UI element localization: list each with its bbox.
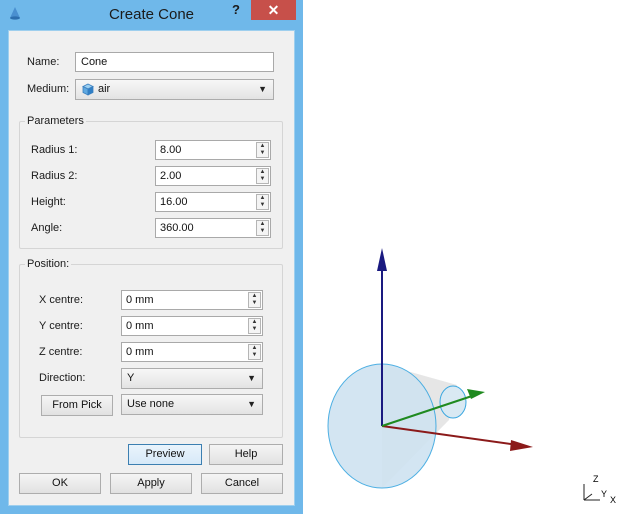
radius1-spinbox[interactable]: 8.00 ▲ ▼	[155, 140, 271, 160]
create-cone-dialog: Create Cone ? ✕ Name: Cone Medium: air ▼…	[0, 0, 303, 514]
direction-select[interactable]: Y ▼	[121, 368, 263, 389]
angle-value: 360.00	[160, 222, 194, 234]
name-label: Name:	[27, 56, 60, 68]
3d-viewport[interactable]: Z Y X	[303, 0, 618, 514]
radius1-label: Radius 1:	[31, 144, 78, 156]
spin-arrows-icon[interactable]: ▲ ▼	[248, 292, 261, 308]
cancel-button[interactable]: Cancel	[201, 473, 283, 494]
spin-arrows-icon[interactable]: ▲ ▼	[256, 142, 269, 158]
axis-x-arrow-icon	[510, 440, 533, 451]
y-centre-value: 0 mm	[126, 320, 154, 332]
axis-z-arrow-icon	[377, 248, 387, 271]
pick-value: Use none	[127, 398, 175, 410]
scene-canvas[interactable]: Z Y X	[303, 0, 618, 514]
y-centre-spinbox[interactable]: 0 mm ▲ ▼	[121, 316, 263, 336]
x-centre-spinbox[interactable]: 0 mm ▲ ▼	[121, 290, 263, 310]
spin-arrows-icon[interactable]: ▲ ▼	[256, 168, 269, 184]
spin-arrows-icon[interactable]: ▲ ▼	[248, 344, 261, 360]
y-centre-label: Y centre:	[39, 320, 83, 332]
angle-label: Angle:	[31, 222, 63, 234]
chevron-down-icon: ▼	[247, 373, 256, 383]
height-spinbox[interactable]: 16.00 ▲ ▼	[155, 192, 271, 212]
spin-arrows-icon[interactable]: ▲ ▼	[256, 220, 269, 236]
triad-x-label: X	[610, 495, 616, 505]
close-button[interactable]: ✕	[251, 0, 296, 20]
direction-value: Y	[127, 372, 135, 384]
z-centre-value: 0 mm	[126, 346, 154, 358]
ok-button[interactable]: OK	[19, 473, 101, 494]
triad-z-label: Z	[593, 474, 599, 484]
help-icon[interactable]: ?	[229, 3, 243, 17]
radius2-spinbox[interactable]: 2.00 ▲ ▼	[155, 166, 271, 186]
z-centre-spinbox[interactable]: 0 mm ▲ ▼	[121, 342, 263, 362]
radius2-label: Radius 2:	[31, 170, 78, 182]
triad-y-line	[583, 493, 593, 501]
from-pick-button[interactable]: From Pick	[41, 395, 113, 416]
apply-button[interactable]: Apply	[110, 473, 192, 494]
angle-spinbox[interactable]: 360.00 ▲ ▼	[155, 218, 271, 238]
position-title: Position:	[25, 258, 72, 270]
name-input[interactable]: Cone	[75, 52, 274, 72]
medium-value: air	[98, 83, 111, 95]
medium-label: Medium:	[27, 83, 70, 95]
medium-cube-icon	[82, 83, 94, 96]
medium-select[interactable]: air ▼	[75, 79, 274, 100]
pick-select[interactable]: Use none ▼	[121, 394, 263, 415]
x-centre-value: 0 mm	[126, 294, 154, 306]
triad-y-label: Y	[601, 489, 607, 499]
title-bar[interactable]: Create Cone ? ✕	[0, 0, 303, 30]
z-centre-label: Z centre:	[39, 346, 83, 358]
height-value: 16.00	[160, 196, 188, 208]
radius2-value: 2.00	[160, 170, 182, 182]
parameters-title: Parameters	[25, 115, 86, 127]
direction-label: Direction:	[39, 372, 86, 384]
help-button[interactable]: Help	[209, 444, 283, 465]
spin-arrows-icon[interactable]: ▲ ▼	[248, 318, 261, 334]
preview-button[interactable]: Preview	[128, 444, 202, 465]
chevron-down-icon: ▼	[258, 84, 267, 94]
height-label: Height:	[31, 196, 66, 208]
x-centre-label: X centre:	[39, 294, 84, 306]
dialog-client-area: Name: Cone Medium: air ▼ Parameters Radi…	[8, 30, 295, 506]
spin-arrows-icon[interactable]: ▲ ▼	[256, 194, 269, 210]
chevron-down-icon: ▼	[247, 399, 256, 409]
radius1-value: 8.00	[160, 144, 182, 156]
